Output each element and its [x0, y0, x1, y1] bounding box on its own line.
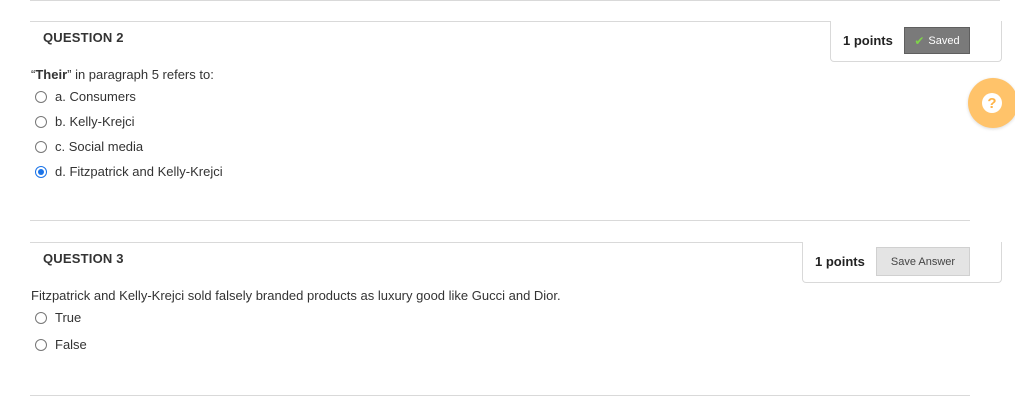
question-2-footer-line — [30, 220, 970, 221]
radio-button-selected[interactable] — [35, 165, 47, 178]
question-3-option-true[interactable]: True — [35, 310, 81, 325]
help-icon: ? — [982, 93, 1002, 113]
question-3-footer-line — [30, 395, 970, 396]
question-2-text: “Their” in paragraph 5 refers to: — [31, 67, 214, 82]
saved-button[interactable]: ✔ Saved — [904, 27, 970, 54]
question-2-option-c[interactable]: c. Social media — [35, 139, 143, 154]
question-2-option-a[interactable]: a. Consumers — [35, 89, 136, 104]
question-3-points: 1 points — [815, 254, 865, 269]
option-label: d. Fitzpatrick and Kelly-Krejci — [55, 164, 223, 179]
question-2-option-b[interactable]: b. Kelly-Krejci — [35, 114, 134, 129]
question-3-text: Fitzpatrick and Kelly-Krejci sold falsel… — [31, 288, 561, 303]
checkmark-icon: ✔ — [914, 33, 925, 48]
saved-button-label: Saved — [928, 34, 960, 47]
question-2-option-d[interactable]: d. Fitzpatrick and Kelly-Krejci — [35, 164, 223, 179]
radio-button[interactable] — [35, 90, 47, 103]
question-2-title: QUESTION 2 — [43, 30, 124, 45]
question-3-option-false[interactable]: False — [35, 337, 87, 352]
radio-button[interactable] — [35, 311, 47, 324]
question-2-text-rest: ” in paragraph 5 refers to: — [67, 67, 214, 82]
option-label: c. Social media — [55, 139, 144, 154]
radio-button[interactable] — [35, 140, 47, 153]
help-button[interactable]: ? — [968, 78, 1015, 128]
question-2-bold-term: Their — [35, 67, 68, 82]
save-answer-button[interactable]: Save Answer — [876, 247, 970, 276]
top-divider — [30, 0, 1000, 1]
option-label: True — [55, 310, 82, 325]
radio-button[interactable] — [35, 338, 47, 351]
radio-button[interactable] — [35, 115, 47, 128]
question-2-points: 1 points — [843, 33, 893, 48]
option-label: b. Kelly-Krejci — [55, 114, 135, 129]
option-label: a. Consumers — [55, 89, 136, 104]
option-label: False — [55, 337, 87, 352]
question-3-title: QUESTION 3 — [43, 251, 124, 266]
